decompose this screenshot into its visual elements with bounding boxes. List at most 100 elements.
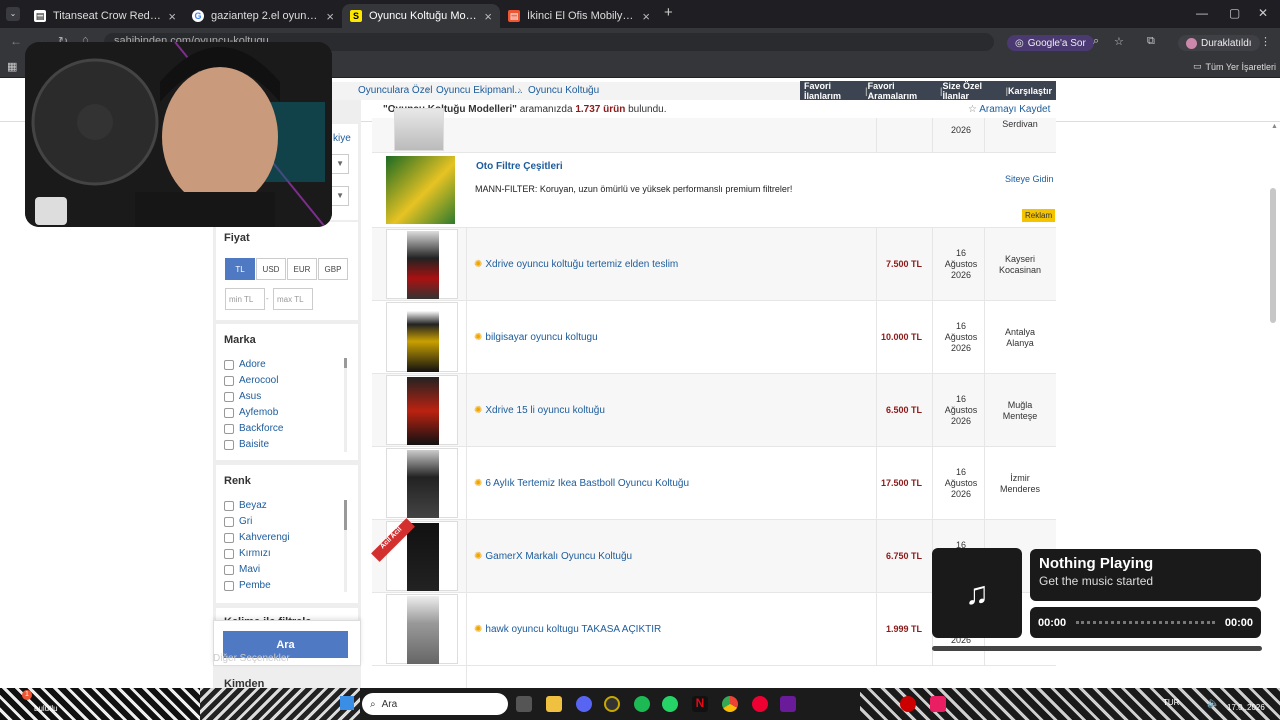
listing-title[interactable]: ✺ Xdrive 15 li oyuncu koltuğu bbox=[474, 405, 605, 416]
tab-search-button[interactable]: ⌄ bbox=[6, 7, 20, 21]
netflix-icon[interactable]: N bbox=[692, 696, 708, 712]
ad-visit-link[interactable]: Siteye Gidin bbox=[1005, 174, 1054, 184]
brand-option[interactable]: Asus bbox=[224, 391, 261, 402]
listing-thumbnail[interactable] bbox=[386, 448, 458, 518]
color-option[interactable]: Beyaz bbox=[224, 500, 267, 511]
google-ask-button[interactable]: ◎ Google'a Sor bbox=[1007, 35, 1094, 51]
tab-titanseat[interactable]: ▤ Titanseat Crow Red Kumaş Oyu × bbox=[26, 4, 184, 28]
checkbox[interactable] bbox=[224, 423, 234, 434]
brand-scrollbar[interactable] bbox=[344, 358, 347, 452]
table-row[interactable]: ✺ Xdrive 15 li oyuncu koltuğu 6.500 TL 16 Ağ… bbox=[372, 374, 1056, 447]
brand-option[interactable]: Adore bbox=[224, 359, 266, 370]
max-price-input[interactable]: max TL bbox=[273, 288, 313, 310]
checkbox[interactable] bbox=[224, 500, 234, 511]
ad-title[interactable]: Oto Filtre Çeşitleri bbox=[476, 161, 563, 172]
tab-office-furniture[interactable]: ▤ İkinci El Ofis Mobilyaları İlanla × bbox=[500, 4, 658, 28]
spotify-icon[interactable] bbox=[634, 696, 650, 712]
listing-title[interactable]: ✺ hawk oyuncu koltugu TAKASA AÇIKTIR bbox=[474, 624, 661, 635]
bookmark-star-icon[interactable]: ☆ bbox=[1114, 35, 1124, 48]
checkbox[interactable] bbox=[224, 580, 234, 591]
file-explorer-icon[interactable] bbox=[546, 696, 562, 712]
currency-eur[interactable]: EUR bbox=[287, 258, 317, 280]
checkbox[interactable] bbox=[224, 548, 234, 559]
whatsapp-icon[interactable] bbox=[662, 696, 678, 712]
listing-thumbnail[interactable] bbox=[386, 594, 458, 664]
maximize-icon[interactable]: ▢ bbox=[1229, 6, 1240, 20]
checkbox[interactable] bbox=[224, 439, 234, 450]
breadcrumb-item[interactable]: Oyunculara Özel bbox=[358, 85, 432, 96]
close-window-icon[interactable]: ✕ bbox=[1258, 6, 1268, 20]
app-icon[interactable] bbox=[780, 696, 796, 712]
weather-widget[interactable]: bulutlu bbox=[34, 704, 58, 713]
color-option[interactable]: Mavi bbox=[224, 564, 260, 575]
checkbox[interactable] bbox=[224, 391, 234, 402]
zoom-icon[interactable]: ⌕ bbox=[1093, 35, 1099, 48]
breadcrumb-item[interactable]: Oyuncu Ekipmanl... bbox=[436, 85, 523, 96]
apps-grid-icon[interactable]: ▦ bbox=[7, 60, 17, 73]
location-link[interactable]: kiye bbox=[333, 133, 351, 144]
chrome-icon[interactable] bbox=[722, 696, 738, 712]
brand-option[interactable]: Backforce bbox=[224, 423, 283, 434]
table-row[interactable]: 2026 Serdivan bbox=[372, 108, 1056, 153]
tab-google-search[interactable]: Ggaziantep 2.el oyuncu koltuğu × bbox=[184, 4, 342, 28]
currency-usd[interactable]: USD bbox=[256, 258, 286, 280]
brand-option[interactable]: Ayfemob bbox=[224, 407, 278, 418]
app-icon[interactable] bbox=[752, 696, 768, 712]
page-scrollbar[interactable] bbox=[1270, 188, 1276, 323]
favorite-listings-link[interactable]: Favori İlanlarım bbox=[804, 81, 865, 101]
extensions-icon[interactable]: ⧉ bbox=[1147, 35, 1155, 48]
brand-option[interactable]: Baisite bbox=[224, 439, 269, 450]
favorite-searches-link[interactable]: Favori Aramalarım bbox=[868, 81, 940, 101]
scroll-up-icon[interactable]: ▲ bbox=[1271, 123, 1278, 130]
app-icon[interactable] bbox=[604, 696, 620, 712]
min-price-input[interactable]: min TL bbox=[225, 288, 265, 310]
minimize-icon[interactable]: — bbox=[1196, 6, 1208, 20]
listing-title[interactable]: ✺ Xdrive oyuncu koltuğu tertemiz elden te… bbox=[474, 259, 678, 270]
volume-icon[interactable]: 🔈 bbox=[1207, 698, 1219, 709]
app-icon[interactable] bbox=[900, 696, 916, 712]
compare-link[interactable]: Karşılaştır bbox=[1008, 86, 1052, 96]
tab-sahibinden[interactable]: S Oyuncu Koltuğu Modelleri & Fi × bbox=[342, 4, 500, 28]
checkbox[interactable] bbox=[224, 532, 234, 543]
checkbox[interactable] bbox=[224, 407, 234, 418]
task-view-icon[interactable] bbox=[516, 696, 532, 712]
listing-title[interactable]: ✺ bilgisayar oyuncu koltugu bbox=[474, 332, 598, 343]
close-icon[interactable]: × bbox=[326, 9, 334, 24]
menu-icon[interactable]: ⋮ bbox=[1260, 35, 1271, 48]
color-option[interactable]: Gri bbox=[224, 516, 252, 527]
taskbar-search[interactable]: ⌕ Ara bbox=[362, 693, 508, 715]
listing-thumbnail[interactable] bbox=[394, 108, 444, 151]
all-bookmarks-folder[interactable]: ▭ Tüm Yer İşaretleri bbox=[1193, 61, 1276, 72]
currency-tl[interactable]: TL bbox=[225, 258, 255, 280]
color-option[interactable]: Pembe bbox=[224, 580, 271, 591]
checkbox[interactable] bbox=[224, 375, 234, 386]
save-search-button[interactable]: ☆ Aramayı Kaydet bbox=[968, 104, 1050, 115]
currency-gbp[interactable]: GBP bbox=[318, 258, 348, 280]
start-icon[interactable] bbox=[340, 696, 354, 710]
personalized-listings-link[interactable]: Size Özel İlanlar bbox=[942, 81, 1005, 101]
color-option[interactable]: Kahverengi bbox=[224, 532, 290, 543]
app-icon[interactable] bbox=[930, 696, 946, 712]
close-icon[interactable]: × bbox=[484, 9, 492, 24]
back-icon[interactable]: ← bbox=[10, 34, 22, 48]
checkbox[interactable] bbox=[224, 516, 234, 527]
discord-icon[interactable] bbox=[576, 696, 592, 712]
close-icon[interactable]: × bbox=[168, 9, 176, 24]
brand-option[interactable]: Aerocool bbox=[224, 375, 278, 386]
listing-thumbnail[interactable] bbox=[386, 229, 458, 299]
listing-title[interactable]: ✺ GamerX Markalı Oyuncu Koltuğu bbox=[474, 551, 632, 562]
clock[interactable]: 17.0..2026 bbox=[1227, 703, 1265, 712]
language-indicator[interactable]: TUR bbox=[1163, 698, 1179, 707]
profile-button[interactable]: Duraklatıldı bbox=[1178, 35, 1260, 51]
ad-image[interactable] bbox=[386, 156, 455, 224]
listing-thumbnail[interactable] bbox=[386, 302, 458, 372]
color-scrollbar[interactable] bbox=[344, 500, 347, 592]
new-tab-button[interactable]: + bbox=[664, 4, 673, 21]
sponsored-ad-row[interactable]: Oto Filtre Çeşitleri MANN-FILTER: Koruya… bbox=[372, 153, 1056, 228]
checkbox[interactable] bbox=[224, 564, 234, 575]
color-option[interactable]: Kırmızı bbox=[224, 548, 271, 559]
listing-thumbnail[interactable] bbox=[386, 375, 458, 445]
table-row[interactable]: ✺ Xdrive oyuncu koltuğu tertemiz elden te… bbox=[372, 228, 1056, 301]
table-row[interactable]: ✺ bilgisayar oyuncu koltugu 10.000 TL 16 Ağu… bbox=[372, 301, 1056, 374]
checkbox[interactable] bbox=[224, 359, 234, 370]
